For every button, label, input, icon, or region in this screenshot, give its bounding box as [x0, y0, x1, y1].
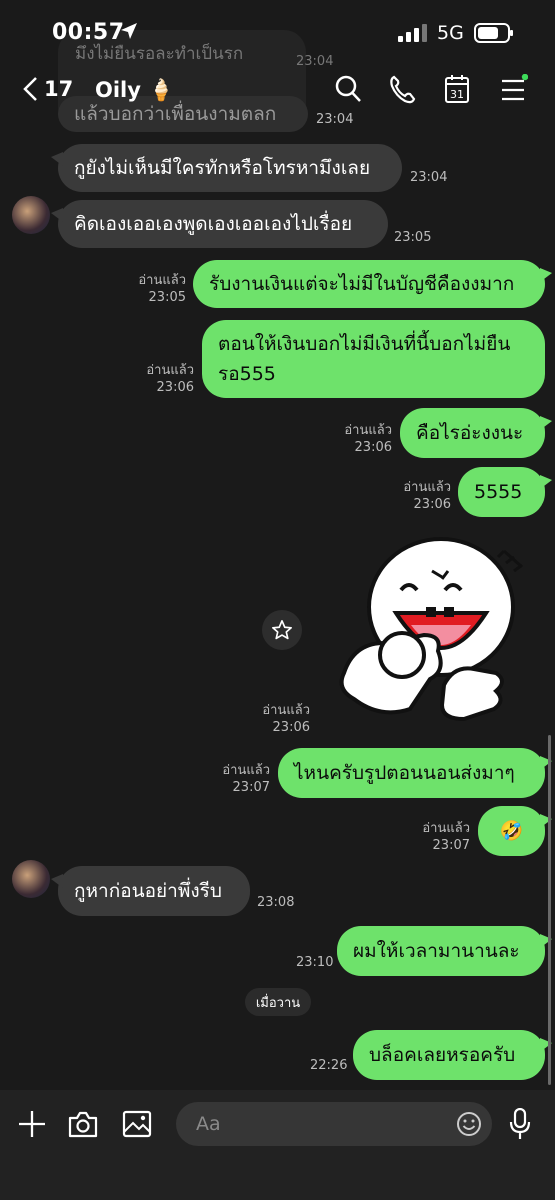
read-label: อ่านแล้ว — [422, 821, 470, 836]
timestamp: 23:07 — [432, 838, 470, 853]
timestamp: 23:06 — [272, 720, 310, 735]
calendar-icon[interactable]: 31 — [444, 74, 470, 104]
message-input[interactable]: Aa — [176, 1102, 492, 1146]
timestamp: 23:04 — [410, 170, 448, 185]
input-bar: Aa — [0, 1090, 555, 1200]
back-button[interactable]: 17 — [22, 76, 73, 102]
message-text: ตอนให้เงินบอกไม่มีเงินที่นี้บอกไม่ยืน — [218, 333, 511, 355]
message-bubble-outgoing[interactable]: ผมให้เวลามานานละ — [337, 926, 552, 976]
message-bubble-outgoing[interactable]: ไหนครับรูปตอนนอนส่งมาๆ — [278, 748, 552, 798]
message-text: ไหนครับรูปตอนนอนส่งมาๆ — [294, 762, 515, 784]
svg-text:31: 31 — [450, 88, 464, 101]
timestamp: 23:06 — [354, 440, 392, 455]
clock: 00:57 — [52, 20, 125, 45]
image-icon[interactable] — [122, 1110, 152, 1138]
message-bubble-incoming[interactable]: กูหาก่อนอย่าพึ่งรีบ — [51, 866, 250, 916]
chat-name: Oily — [95, 78, 141, 102]
message-text-line2: รอ555 — [218, 363, 276, 385]
timestamp: 23:05 — [148, 290, 186, 305]
date-divider: เมื่อวาน — [245, 988, 311, 1016]
read-receipt: อ่านแล้ว 23:05 — [128, 272, 186, 306]
message-text: บล็อคเลยหรอครับ — [369, 1044, 516, 1066]
emoji-message: 🤣 — [499, 820, 524, 842]
read-label: อ่านแล้ว — [344, 423, 392, 438]
unread-count: 17 — [44, 77, 74, 101]
network-type: 5G — [437, 22, 464, 44]
message-text: คิดเองเออเองพูดเองเออเองไปเรื่อย — [74, 213, 353, 235]
message-text: 5555 — [474, 481, 523, 503]
message-text: กูหาก่อนอย่าพึ่งรีบ — [74, 880, 222, 902]
microphone-icon[interactable] — [509, 1108, 531, 1140]
star-icon — [272, 620, 292, 640]
battery-icon — [474, 23, 513, 43]
message-bubble-outgoing[interactable]: 🤣 — [478, 806, 552, 856]
favorite-sticker-button[interactable] — [262, 610, 302, 650]
sticker-image[interactable] — [336, 535, 526, 725]
message-bubble-outgoing[interactable]: ตอนให้เงินบอกไม่มีเงินที่นี้บอกไม่ยืนรอ5… — [202, 320, 545, 398]
phone-icon[interactable] — [388, 74, 416, 104]
status-bar: 00:57 5G — [0, 0, 555, 64]
message-bubble-outgoing[interactable]: บล็อคเลยหรอครับ — [353, 1030, 552, 1080]
timestamp: 23:06 — [156, 380, 194, 395]
timestamp: 23:06 — [413, 497, 451, 512]
timestamp: 23:10 — [296, 955, 334, 970]
read-label: อ่านแล้ว — [222, 763, 270, 778]
chat-header: 17 Oily 🍦 31 — [0, 64, 555, 116]
chat-emoji: 🍦 — [148, 78, 175, 102]
message-text: รับงานเงินแต่จะไม่มีในบัญชีคืองงมาก — [209, 273, 515, 295]
read-receipt: อ่านแล้ว 23:06 — [250, 702, 310, 736]
location-arrow-icon — [121, 23, 137, 39]
signal-icon — [398, 24, 427, 42]
timestamp: 23:08 — [257, 895, 295, 910]
message-text: คือไรอ่ะงงนะ — [416, 422, 524, 444]
message-bubble-incoming[interactable]: คิดเองเออเองพูดเองเออเองไปเรื่อย — [51, 200, 388, 248]
message-bubble-outgoing[interactable]: คือไรอ่ะงงนะ — [400, 408, 552, 458]
scrollbar[interactable] — [548, 735, 551, 1085]
read-receipt: อ่านแล้ว 23:06 — [334, 422, 392, 456]
read-label: อ่านแล้ว — [403, 480, 451, 495]
avatar[interactable] — [12, 196, 50, 234]
message-bubble-incoming[interactable]: กูยังไม่เห็นมีใครทักหรือโทรหามึงเลย — [51, 144, 402, 192]
timestamp: 23:05 — [394, 230, 432, 245]
message-bubble-outgoing[interactable]: 5555 — [458, 467, 552, 517]
read-receipt: อ่านแล้ว 23:07 — [212, 762, 270, 796]
camera-icon[interactable] — [68, 1110, 98, 1138]
message-text: กูยังไม่เห็นมีใครทักหรือโทรหามึงเลย — [74, 157, 371, 179]
read-label: อ่านแล้ว — [262, 703, 310, 718]
read-label: อ่านแล้ว — [138, 273, 186, 288]
read-label: อ่านแล้ว — [146, 363, 194, 378]
read-receipt: อ่านแล้ว 23:07 — [412, 820, 470, 854]
search-icon[interactable] — [334, 74, 362, 104]
message-text: ผมให้เวลามานานละ — [353, 940, 520, 962]
timestamp: 22:26 — [310, 1058, 348, 1073]
menu-icon[interactable] — [500, 74, 528, 104]
back-chevron-icon — [23, 77, 37, 101]
plus-icon[interactable] — [18, 1110, 46, 1138]
read-receipt: อ่านแล้ว 23:06 — [136, 362, 194, 396]
avatar[interactable] — [12, 860, 50, 898]
chat-title[interactable]: Oily 🍦 — [95, 78, 174, 103]
message-bubble-outgoing[interactable]: รับงานเงินแต่จะไม่มีในบัญชีคืองงมาก — [193, 260, 552, 308]
emoji-icon[interactable] — [456, 1111, 482, 1137]
message-list[interactable]: มึงไม่ยืนรอละทำเป็นรก 23:04 แล้วบอกว่าเพ… — [0, 0, 555, 1090]
read-receipt: อ่านแล้ว 23:06 — [393, 479, 451, 513]
input-placeholder: Aa — [196, 1113, 221, 1135]
timestamp: 23:07 — [232, 780, 270, 795]
